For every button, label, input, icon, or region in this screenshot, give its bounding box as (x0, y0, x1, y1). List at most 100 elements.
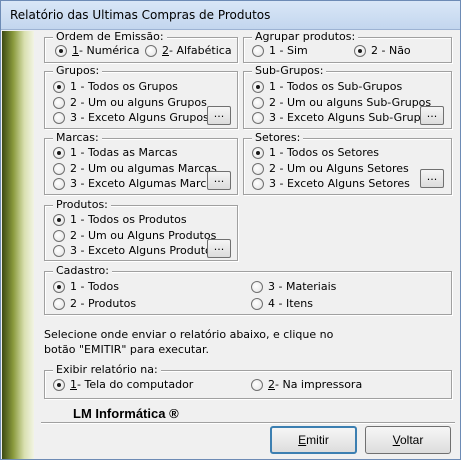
instruction-message: Selecione onde enviar o relatório abaixo… (44, 327, 344, 357)
produtos-todos-label: 1 - Todos os Produtos (70, 213, 187, 226)
produtos-select-button[interactable]: ... (207, 239, 231, 258)
radio-indicator (251, 280, 263, 293)
subgrupos-select-button[interactable]: ... (420, 106, 444, 125)
title-bar: Relatório das Ultimas Compras de Produto… (1, 1, 460, 30)
grupos-select-button[interactable]: ... (207, 106, 231, 125)
grupos-alguns-radio[interactable]: 2 - Um ou alguns Grupos (53, 96, 207, 109)
setores-todos-radio[interactable]: 1 - Todos os Setores (252, 146, 379, 159)
emitir-label: mitir (306, 433, 329, 447)
subgrupos-todos-radio[interactable]: 1 - Todos os Sub-Grupos (252, 80, 402, 93)
radio-indicator (251, 297, 263, 310)
cadastro-materiais-radio[interactable]: 3 - Materiais (251, 280, 336, 293)
radio-indicator (55, 44, 67, 57)
ordem-numerica-key: 1 (72, 44, 79, 57)
radio-indicator (53, 244, 65, 257)
radio-indicator (53, 96, 65, 109)
produtos-label: Produtos: (53, 198, 111, 212)
radio-indicator (53, 146, 65, 159)
cadastro-group: Cadastro: 1 - Todos 2 - Produtos 3 - Mat… (44, 264, 452, 315)
instruction-line-1: Selecione onde enviar o relatório abaixo… (44, 328, 334, 341)
brand-label: LM Informática ® (73, 406, 179, 421)
marcas-algumas-radio[interactable]: 2 - Um ou algumas Marcas (53, 162, 217, 175)
exibir-tela-key: 1 (70, 378, 77, 391)
agrupar-nao-radio[interactable]: 2 - Não (354, 44, 411, 57)
exibir-impressora-label: - Na impressora (275, 378, 363, 391)
exibir-impressora-radio[interactable]: 2 - Na impressora (251, 378, 362, 391)
radio-indicator (53, 177, 65, 190)
exibir-tela-radio[interactable]: 1 - Tela do computador (53, 378, 193, 391)
produtos-alguns-radio[interactable]: 2 - Um ou Alguns Produtos (53, 229, 216, 242)
radio-indicator (252, 162, 264, 175)
emitir-key: E (298, 433, 307, 447)
setores-alguns-radio[interactable]: 2 - Um ou Alguns Setores (252, 162, 409, 175)
radio-indicator (53, 80, 65, 93)
marcas-todas-label: 1 - Todas as Marcas (70, 146, 178, 159)
setores-exceto-label: 3 - Exceto Alguns Setores (269, 177, 410, 190)
marcas-select-button[interactable]: ... (207, 171, 231, 190)
marcas-todas-radio[interactable]: 1 - Todas as Marcas (53, 146, 178, 159)
agrupar-nao-label: 2 - Não (371, 44, 411, 57)
setores-label: Setores: (252, 131, 304, 145)
produtos-todos-radio[interactable]: 1 - Todos os Produtos (53, 213, 187, 226)
ordem-alfabetica-label: - Alfabética (169, 44, 232, 57)
emitir-button[interactable]: Emitir (270, 426, 357, 454)
radio-indicator (53, 378, 65, 391)
exibir-impressora-key: 2 (268, 378, 275, 391)
cadastro-produtos-radio[interactable]: 2 - Produtos (53, 297, 136, 310)
cadastro-todos-label: 1 - Todos (70, 280, 119, 293)
radio-indicator (354, 44, 366, 57)
window-title: Relatório das Ultimas Compras de Produto… (10, 8, 271, 22)
agrupar-produtos-group: Agrupar produtos: 1 - Sim 2 - Não (243, 30, 452, 63)
setores-alguns-label: 2 - Um ou Alguns Setores (269, 162, 409, 175)
radio-indicator (252, 44, 264, 57)
setores-todos-label: 1 - Todos os Setores (269, 146, 380, 159)
voltar-key: V (392, 433, 400, 447)
footer-separator (41, 422, 455, 424)
produtos-exceto-radio[interactable]: 3 - Exceto Alguns Produtos (53, 244, 218, 257)
radio-indicator (252, 146, 264, 159)
ordem-alfabetica-radio[interactable]: 2 - Alfabética (145, 44, 232, 57)
exibir-tela-label: - Tela do computador (77, 378, 194, 391)
grupos-todos-label: 1 - Todos os Grupos (70, 80, 178, 93)
voltar-label: oltar (400, 433, 424, 447)
marcas-group: Marcas: 1 - Todas as Marcas 2 - Um ou al… (44, 131, 238, 195)
subgrupos-alguns-label: 2 - Um ou alguns Sub-Grupos (269, 96, 432, 109)
subgrupos-alguns-radio[interactable]: 2 - Um ou alguns Sub-Grupos (252, 96, 431, 109)
produtos-exceto-label: 3 - Exceto Alguns Produtos (70, 244, 218, 257)
grupos-todos-radio[interactable]: 1 - Todos os Grupos (53, 80, 178, 93)
radio-indicator (53, 297, 65, 310)
agrupar-sim-radio[interactable]: 1 - Sim (252, 44, 308, 57)
radio-indicator (252, 96, 264, 109)
cadastro-materiais-label: 3 - Materiais (268, 280, 337, 293)
radio-indicator (53, 229, 65, 242)
grupos-alguns-label: 2 - Um ou alguns Grupos (70, 96, 207, 109)
radio-indicator (252, 80, 264, 93)
radio-indicator (252, 111, 264, 124)
grupos-group: Grupos: 1 - Todos os Grupos 2 - Um ou al… (44, 64, 238, 129)
marcas-exceto-radio[interactable]: 3 - Exceto Algumas Marcas (53, 177, 219, 190)
marcas-label: Marcas: (53, 131, 102, 145)
ordem-numerica-radio[interactable]: 1 - Numérica (55, 44, 140, 57)
setores-select-button[interactable]: ... (420, 169, 444, 188)
radio-indicator (53, 111, 65, 124)
instruction-line-2: botão "EMITIR" para executar. (44, 343, 209, 356)
cadastro-itens-radio[interactable]: 4 - Itens (251, 297, 313, 310)
subgrupos-todos-label: 1 - Todos os Sub-Grupos (269, 80, 403, 93)
setores-group: Setores: 1 - Todos os Setores 2 - Um ou … (243, 131, 452, 195)
ordem-emissao-group: Ordem de Emissão: 1 - Numérica 2 - Alfab… (44, 30, 238, 63)
report-window: Relatório das Ultimas Compras de Produto… (0, 0, 461, 460)
subgrupos-exceto-radio[interactable]: 3 - Exceto Alguns Sub-Grupos (252, 111, 433, 124)
marcas-algumas-label: 2 - Um ou algumas Marcas (70, 162, 217, 175)
subgrupos-group: Sub-Grupos: 1 - Todos os Sub-Grupos 2 - … (243, 64, 452, 129)
cadastro-label: Cadastro: (53, 264, 112, 278)
produtos-alguns-label: 2 - Um ou Alguns Produtos (70, 229, 217, 242)
grupos-exceto-radio[interactable]: 3 - Exceto Alguns Grupos (53, 111, 209, 124)
setores-exceto-radio[interactable]: 3 - Exceto Alguns Setores (252, 177, 410, 190)
marcas-exceto-label: 3 - Exceto Algumas Marcas (70, 177, 219, 190)
decorative-gradient-strip (2, 31, 34, 459)
produtos-group: Produtos: 1 - Todos os Produtos 2 - Um o… (44, 198, 238, 261)
cadastro-todos-radio[interactable]: 1 - Todos (53, 280, 119, 293)
voltar-button[interactable]: Voltar (365, 426, 451, 454)
agrupar-produtos-label: Agrupar produtos: (252, 30, 359, 44)
radio-indicator (252, 177, 264, 190)
